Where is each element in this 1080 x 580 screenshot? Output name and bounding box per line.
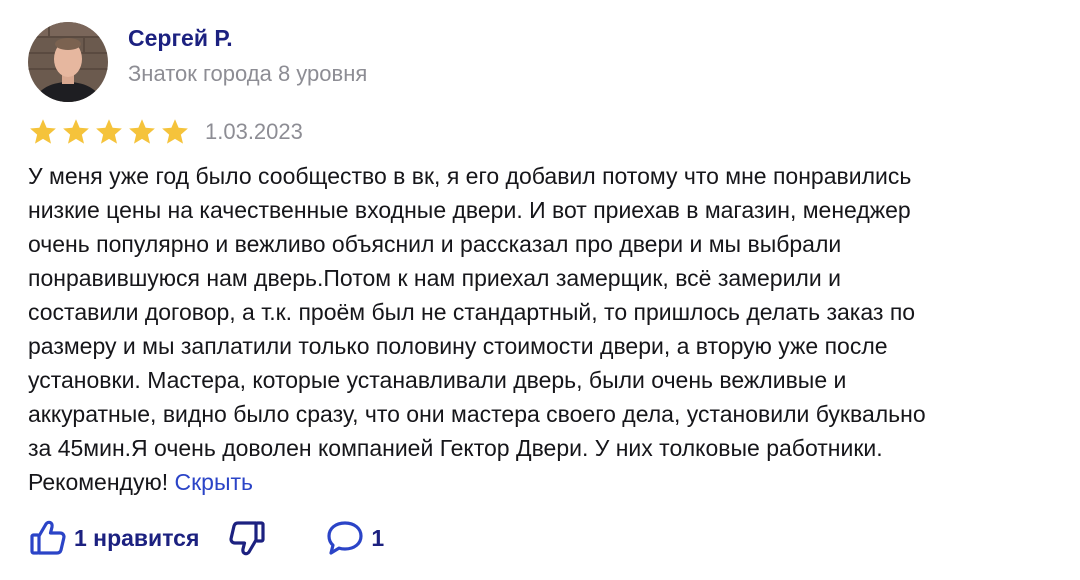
review-text-line: Рекомендую! bbox=[28, 469, 169, 495]
review-text: У меня уже год было сообщество в вк, я е… bbox=[28, 159, 1068, 499]
review-header: Сергей Р. Знаток города 8 уровня bbox=[28, 22, 367, 102]
hide-review-link[interactable]: Скрыть bbox=[175, 469, 254, 495]
review-text-line: аккуратные, видно было сразу, что они ма… bbox=[28, 401, 926, 427]
review-date: 1.03.2023 bbox=[205, 119, 303, 144]
review-text-line: за 45мин.Я очень доволен компанией Гекто… bbox=[28, 435, 883, 461]
review-text-line: очень популярно и вежливо объяснил и рас… bbox=[28, 231, 842, 257]
review-card: Сергей Р. Знаток города 8 уровня 1.03.20… bbox=[0, 0, 1080, 580]
thumbs-up-icon bbox=[30, 520, 66, 555]
like-count[interactable]: 1 нравится bbox=[74, 525, 199, 552]
dislike-button[interactable] bbox=[227, 518, 267, 558]
author-name[interactable]: Сергей Р. bbox=[128, 23, 367, 53]
rating-stars bbox=[28, 117, 193, 147]
author-level: Знаток города 8 уровня bbox=[128, 61, 368, 86]
rating-row: 1.03.2023 bbox=[28, 117, 303, 147]
star-icon bbox=[96, 119, 122, 144]
review-text-line: размеру и мы заплатили только половину с… bbox=[28, 333, 888, 359]
avatar[interactable] bbox=[28, 22, 108, 102]
review-text-line: низкие цены на качественные входные двер… bbox=[28, 197, 911, 223]
star-icon bbox=[162, 119, 188, 144]
thumbs-down-icon bbox=[229, 521, 265, 556]
review-text-line: понравившуюся нам дверь.Потом к нам прие… bbox=[28, 265, 841, 291]
author-info: Сергей Р. Знаток города 8 уровня bbox=[128, 25, 368, 89]
star-icon bbox=[63, 119, 89, 144]
star-icon bbox=[129, 119, 155, 144]
comment-icon bbox=[327, 521, 363, 555]
review-actions: 1 нравится 1 bbox=[28, 517, 384, 559]
comment-button[interactable]: 1 bbox=[325, 518, 384, 558]
review-text-last-line: Рекомендую! Скрыть bbox=[28, 465, 1068, 499]
review-text-line: У меня уже год было сообщество в вк, я е… bbox=[28, 163, 912, 189]
star-icon bbox=[30, 119, 56, 144]
comment-count[interactable]: 1 bbox=[371, 525, 384, 552]
like-button[interactable]: 1 нравится bbox=[28, 518, 199, 558]
avatar-image bbox=[28, 22, 108, 102]
review-text-line: составили договор, а т.к. проём был не с… bbox=[28, 299, 916, 325]
review-text-line: установки. Мастера, которые устанавливал… bbox=[28, 367, 847, 393]
